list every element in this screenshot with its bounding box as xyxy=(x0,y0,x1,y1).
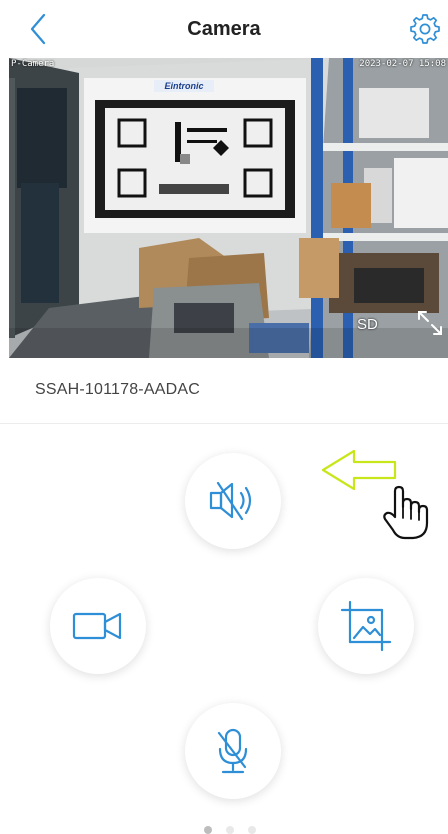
top-bar: Camera xyxy=(0,0,448,58)
hand-pointer-icon xyxy=(383,485,429,540)
page-dot[interactable] xyxy=(204,826,212,834)
video-timestamp: 2023-02-07 15:08 xyxy=(359,59,446,69)
quality-toggle-button[interactable]: SD xyxy=(357,316,378,333)
page-title: Camera xyxy=(187,18,261,40)
speaker-muted-icon xyxy=(209,481,252,521)
microphone-button[interactable] xyxy=(185,703,281,799)
settings-button[interactable] xyxy=(410,14,440,44)
video-camera-icon xyxy=(72,612,122,640)
camera-scene: Eintronic xyxy=(9,58,448,358)
page-dot[interactable] xyxy=(248,826,256,834)
chart-brand-text: Eintronic xyxy=(164,81,203,91)
microphone-muted-icon xyxy=(217,728,248,774)
fullscreen-button[interactable] xyxy=(413,306,447,340)
page-indicator xyxy=(204,826,256,834)
camera-label: P-Camera xyxy=(11,59,55,69)
page-dot[interactable] xyxy=(226,826,234,834)
divider xyxy=(0,423,448,424)
picture-icon xyxy=(340,600,392,652)
gear-icon xyxy=(410,14,440,44)
mute-button[interactable] xyxy=(185,453,281,549)
snapshot-button[interactable] xyxy=(318,578,414,674)
expand-icon xyxy=(418,311,442,335)
record-button[interactable] xyxy=(50,578,146,674)
device-id-label: SSAH-101178-AADAC xyxy=(35,381,200,398)
live-video-feed[interactable]: Eintronic P-Camera 2023-02-07 15:08 SD xyxy=(9,58,448,358)
